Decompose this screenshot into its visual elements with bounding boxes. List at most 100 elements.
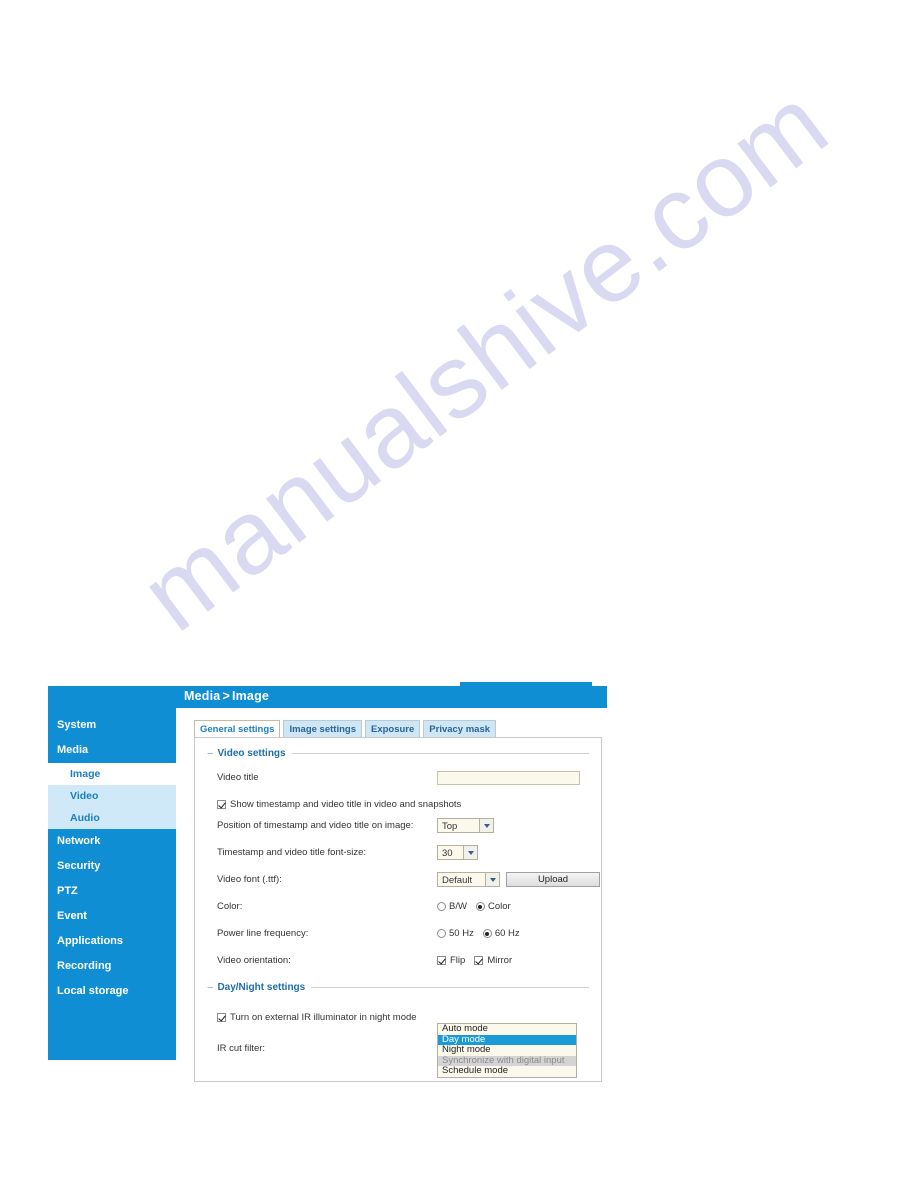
breadcrumb: Media > Image (184, 689, 269, 703)
legend-rule (311, 987, 589, 988)
chevron-down-icon[interactable] (463, 846, 477, 859)
sidebar-item-applications[interactable]: Applications (48, 929, 176, 954)
settings-panel: − Video settings Video title Show timest… (194, 737, 602, 1082)
tab-bar: General settings Image settings Exposure… (194, 720, 608, 737)
video-title-label: Video title (217, 771, 259, 783)
color-color-label: Color (487, 901, 511, 912)
timestamp-position-control: Top (437, 818, 500, 833)
orientation-flip-label: Flip (450, 955, 466, 966)
video-title-control (437, 770, 580, 785)
sidebar-item-event[interactable]: Event (48, 904, 176, 929)
orientation-option-mirror[interactable]: Mirror (474, 955, 512, 966)
day-night-settings-legend: − Day/Night settings (207, 982, 589, 993)
legend-rule (291, 753, 589, 754)
ir-cut-filter-listbox[interactable]: Auto mode Day mode Night mode Synchroniz… (437, 1023, 577, 1078)
row-video-title: Video title (207, 768, 589, 787)
sidebar-nav: System Media Image Video Audio Network S… (48, 708, 176, 1060)
upload-button[interactable]: Upload (506, 872, 600, 887)
sidebar-item-network[interactable]: Network (48, 829, 176, 854)
ir-cut-filter-control: Auto mode Day mode Night mode Synchroniz… (437, 1023, 577, 1078)
orientation-mirror-checkbox[interactable] (474, 956, 484, 965)
orientation-flip-checkbox[interactable] (437, 956, 446, 965)
tab-general-settings[interactable]: General settings (194, 720, 281, 737)
row-timestamp-position: Position of timestamp and video title on… (207, 816, 589, 835)
color-color-radio[interactable] (475, 902, 485, 911)
watermark-text: manualshive.com (120, 64, 849, 654)
external-ir-label: Turn on external IR illuminator in night… (230, 1011, 417, 1023)
ir-option-schedule-mode[interactable]: Schedule mode (438, 1066, 576, 1077)
tab-image-settings[interactable]: Image settings (283, 720, 362, 737)
show-timestamp-option[interactable]: Show timestamp and video title in video … (207, 799, 461, 811)
frequency-option-50hz[interactable]: 50 Hz (437, 928, 474, 939)
row-font-size: Timestamp and video title font-size: 30 (207, 843, 589, 862)
timestamp-position-select[interactable]: Top (437, 818, 494, 833)
color-control: B/W Color (437, 901, 520, 912)
timestamp-position-label: Position of timestamp and video title on… (217, 819, 414, 831)
font-size-select[interactable]: 30 (437, 845, 478, 860)
row-show-timestamp: Show timestamp and video title in video … (207, 795, 589, 814)
orientation-option-flip[interactable]: Flip (437, 955, 465, 966)
video-font-control: Default Upload (437, 872, 600, 887)
color-label: Color: (217, 900, 243, 912)
sidebar-item-audio[interactable]: Audio (48, 807, 176, 829)
show-timestamp-label: Show timestamp and video title in video … (230, 798, 462, 810)
ir-option-day-mode[interactable]: Day mode (438, 1034, 576, 1045)
content-area: General settings Image settings Exposure… (176, 708, 608, 1087)
video-title-input[interactable] (437, 770, 580, 785)
frequency-option-60hz[interactable]: 60 Hz (482, 928, 520, 939)
sidebar-item-ptz[interactable]: PTZ (48, 879, 176, 904)
font-size-value: 30 (442, 847, 453, 859)
ir-cut-filter-label: IR cut filter: (217, 1043, 266, 1054)
frequency-60hz-label: 60 Hz (494, 928, 520, 939)
breadcrumb-section: Media (184, 689, 221, 703)
legend-collapse-icon[interactable]: − (207, 748, 213, 759)
video-settings-title: Video settings (217, 748, 286, 759)
power-line-frequency-control: 50 Hz 60 Hz (437, 928, 529, 939)
page-header-bar: Media > Image (48, 686, 607, 708)
ir-option-night-mode[interactable]: Night mode (438, 1045, 576, 1056)
chevron-down-icon[interactable] (479, 819, 493, 832)
frequency-50hz-label: 50 Hz (449, 928, 474, 939)
timestamp-position-value: Top (442, 820, 458, 832)
frequency-60hz-radio[interactable] (482, 929, 492, 938)
row-ir-cut-filter: IR cut filter: Auto mode Day mode Night … (207, 1023, 589, 1078)
row-color: Color: B/W Color (207, 897, 589, 916)
video-font-select[interactable]: Default (437, 872, 500, 887)
ir-option-synchronize-with-digital-input: Synchronize with digital input (438, 1055, 576, 1066)
window-body: System Media Image Video Audio Network S… (48, 708, 608, 1087)
sidebar-item-video[interactable]: Video (48, 785, 176, 807)
tab-exposure[interactable]: Exposure (364, 720, 421, 737)
sidebar-item-security[interactable]: Security (48, 854, 176, 879)
power-line-frequency-label: Power line frequency: (217, 927, 309, 939)
breadcrumb-separator: > (222, 689, 230, 703)
external-ir-option[interactable]: Turn on external IR illuminator in night… (207, 1012, 417, 1024)
row-video-orientation: Video orientation: Flip Mirror (207, 951, 589, 970)
font-size-label: Timestamp and video title font-size: (217, 846, 367, 858)
color-option-bw[interactable]: B/W (437, 901, 467, 912)
color-bw-label: B/W (449, 901, 467, 912)
sidebar-item-system[interactable]: System (48, 713, 176, 738)
breadcrumb-page: Image (231, 689, 270, 703)
video-settings-legend: − Video settings (207, 748, 589, 759)
camera-config-window: Media > Image System Media Image Video Aud… (48, 682, 608, 1087)
orientation-mirror-label: Mirror (487, 955, 513, 966)
sidebar-item-local-storage[interactable]: Local storage (48, 979, 176, 1004)
show-timestamp-checkbox[interactable] (217, 800, 226, 809)
row-power-line-frequency: Power line frequency: 50 Hz 60 Hz (207, 924, 589, 943)
color-bw-radio[interactable] (437, 902, 446, 911)
font-size-control: 30 (437, 845, 484, 860)
frequency-50hz-radio[interactable] (437, 929, 446, 938)
external-ir-checkbox[interactable] (217, 1013, 226, 1022)
chevron-down-icon[interactable] (485, 873, 499, 886)
video-font-value: Default (442, 874, 473, 886)
row-video-font: Video font (.ttf): Default Upload (207, 870, 600, 889)
video-orientation-control: Flip Mirror (437, 955, 521, 966)
sidebar-item-recording[interactable]: Recording (48, 954, 176, 979)
tab-privacy-mask[interactable]: Privacy mask (423, 720, 497, 737)
sidebar-item-image[interactable]: Image (48, 763, 176, 785)
color-option-color[interactable]: Color (475, 901, 511, 912)
legend-collapse-icon[interactable]: − (207, 982, 213, 993)
day-night-settings-title: Day/Night settings (217, 982, 306, 993)
sidebar-item-media[interactable]: Media (48, 738, 176, 763)
ir-option-auto-mode[interactable]: Auto mode (438, 1024, 576, 1035)
